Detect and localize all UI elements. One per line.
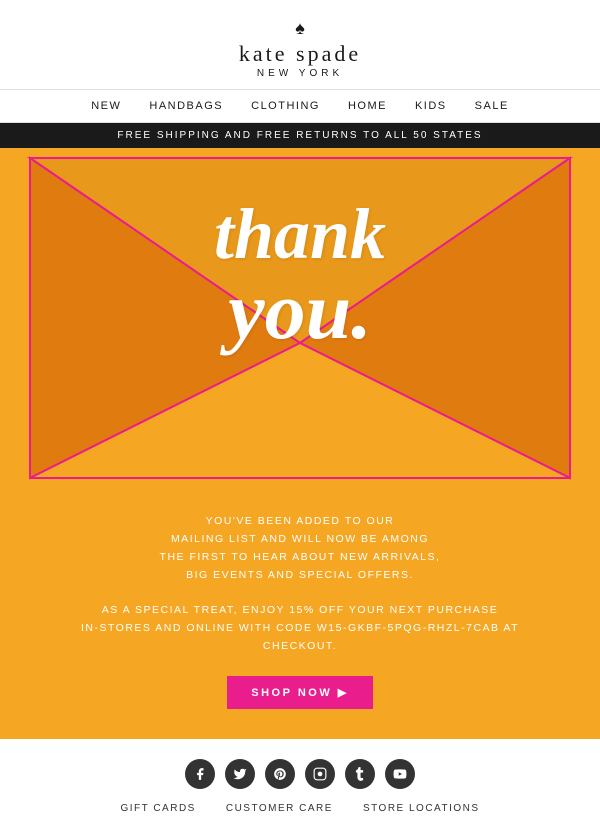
footer: GIFT CARDS CUSTOMER CARE STORE LOCATIONS [0,739,600,830]
store-locations-link[interactable]: STORE LOCATIONS [363,803,480,814]
social-icons-row [0,759,600,789]
main-nav: NEW HANDBAGS CLOTHING HOME KIDS SALE [0,89,600,123]
thank-you-heading: thank you. [0,198,600,352]
brand-city: NEW YORK [0,68,600,79]
youtube-icon[interactable] [385,759,415,789]
footer-links: GIFT CARDS CUSTOMER CARE STORE LOCATIONS [0,803,600,814]
twitter-icon[interactable] [225,759,255,789]
nav-clothing[interactable]: CLOTHING [251,100,320,112]
nav-new[interactable]: NEW [91,100,121,112]
envelope-graphic: thank you. [0,148,600,493]
nav-home[interactable]: HOME [348,100,387,112]
offer-text: AS A SPECIAL TREAT, ENJOY 15% OFF YOUR N… [80,602,520,656]
envelope-section: thank you. YOU'VE BEEN ADDED TO OURMAILI… [0,148,600,739]
header: ♠ kate spade NEW YORK [0,0,600,89]
facebook-icon[interactable] [185,759,215,789]
mailing-text: YOU'VE BEEN ADDED TO OURMAILING LIST AND… [80,513,520,584]
tumblr-icon[interactable] [345,759,375,789]
promo-banner: FREE SHIPPING AND FREE RETURNS TO ALL 50… [0,123,600,148]
nav-handbags[interactable]: HANDBAGS [149,100,223,112]
pinterest-icon[interactable] [265,759,295,789]
nav-kids[interactable]: KIDS [415,100,447,112]
nav-sale[interactable]: SALE [475,100,509,112]
customer-care-link[interactable]: CUSTOMER CARE [226,803,333,814]
spade-icon: ♠ [0,18,600,39]
envelope-content: YOU'VE BEEN ADDED TO OURMAILING LIST AND… [0,493,600,739]
gift-cards-link[interactable]: GIFT CARDS [120,803,195,814]
instagram-icon[interactable] [305,759,335,789]
shop-now-button[interactable]: SHOP NOW ▶ [227,676,372,709]
brand-name: kate spade [239,41,361,66]
